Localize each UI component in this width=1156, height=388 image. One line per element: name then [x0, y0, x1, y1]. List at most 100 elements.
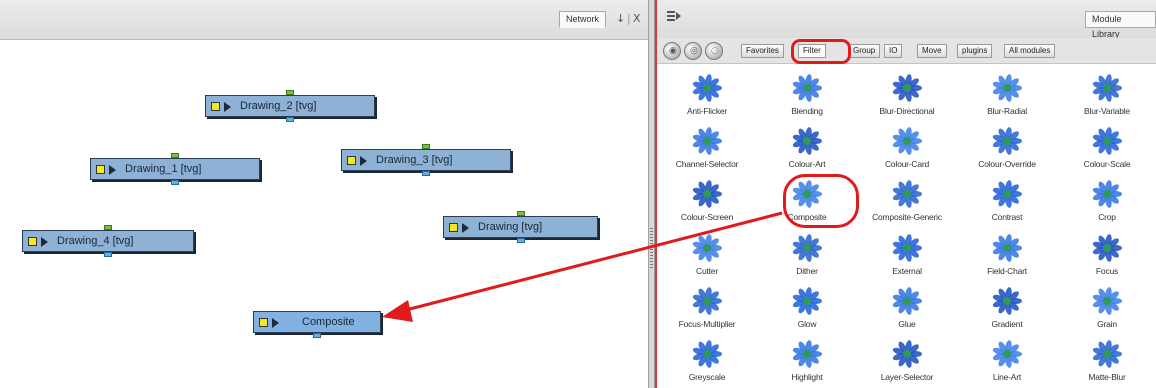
module-label: Highlight [791, 372, 823, 382]
dither-icon [792, 234, 822, 262]
category-all-modules[interactable]: All modules [1004, 44, 1056, 58]
view-list-icon[interactable]: ◌ [705, 42, 723, 60]
module-label: Blur-Directional [879, 106, 935, 116]
output-port[interactable] [104, 252, 112, 257]
display-toggle[interactable] [96, 165, 105, 174]
category-favorites[interactable]: Favorites [741, 44, 784, 58]
blur-directional-icon [892, 74, 922, 102]
input-port[interactable] [516, 211, 525, 216]
expand-arrow-icon[interactable] [224, 102, 231, 112]
tab-network[interactable]: Network [559, 11, 607, 28]
output-port[interactable] [171, 180, 179, 185]
module-grid: Anti-Flicker Blending Blur-Directional Blur… [657, 64, 1156, 388]
greyscale-icon [692, 340, 722, 368]
category-move[interactable]: Move [917, 44, 947, 58]
expand-arrow-icon[interactable] [109, 165, 116, 175]
module-label: Field-Chart [987, 266, 1027, 276]
panel-splitter[interactable] [648, 0, 655, 388]
display-toggle[interactable] [347, 156, 356, 165]
node-drawing-3[interactable]: Drawing_3 [tvg] [341, 144, 511, 176]
module-greyscale[interactable]: Greyscale [657, 330, 757, 388]
cutter-icon [692, 234, 722, 262]
focus-multiplier-icon [692, 287, 722, 315]
splitter-grip[interactable] [650, 228, 653, 268]
network-canvas[interactable]: Drawing_2 [tvg] Drawing_1 [tvg] Drawing_… [0, 41, 648, 388]
module-label: Layer-Selector [880, 372, 934, 382]
node-composite[interactable]: Composite [253, 311, 381, 338]
display-toggle[interactable] [211, 102, 220, 111]
line-art-icon [992, 340, 1022, 368]
colour-screen-icon [692, 180, 722, 208]
expand-arrow-icon[interactable] [462, 223, 469, 233]
category-plugins[interactable]: plugins [957, 44, 993, 58]
module-matte-blur[interactable]: Matte-Blur [1057, 330, 1156, 388]
close-icon[interactable]: X [633, 12, 641, 25]
module-label: External [892, 266, 922, 276]
expand-arrow-icon[interactable] [41, 237, 48, 247]
node-label: Composite [302, 316, 355, 328]
panel-menu-icon[interactable] [667, 10, 681, 22]
view-small-icon[interactable]: ◎ [684, 42, 702, 60]
input-port[interactable] [104, 225, 112, 230]
display-toggle[interactable] [28, 237, 37, 246]
tab-module-library[interactable]: Module Library [1085, 11, 1156, 39]
module-label: Crop [1098, 212, 1116, 222]
channel-selector-icon [692, 127, 722, 155]
external-icon [892, 234, 922, 262]
module-line-art[interactable]: Line-Art [957, 330, 1057, 388]
module-label: Channel-Selector [675, 159, 739, 169]
blur-variable-icon [1092, 74, 1122, 102]
module-label: Line-Art [992, 372, 1022, 382]
anti-flicker-icon [692, 74, 722, 102]
module-highlight[interactable]: Highlight [757, 330, 857, 388]
input-port[interactable] [171, 153, 179, 158]
network-panel: Network ↓ | X Drawing_2 [tvg] Drawing_1 … [0, 0, 648, 388]
module-label: Greyscale [688, 372, 726, 382]
input-port[interactable] [286, 90, 294, 95]
output-port[interactable] [516, 238, 525, 243]
output-port[interactable] [286, 117, 294, 122]
colour-scale-icon [1092, 127, 1122, 155]
view-large-icon[interactable]: ◉ [663, 42, 681, 60]
node-label: Drawing_3 [tvg] [376, 154, 453, 166]
composite-generic-icon [892, 180, 922, 208]
blending-icon [792, 74, 822, 102]
output-port[interactable] [313, 333, 321, 338]
gradient-icon [992, 287, 1022, 315]
colour-override-icon [992, 127, 1022, 155]
node-label: Drawing_2 [tvg] [240, 100, 317, 112]
network-header: Network ↓ | X [0, 0, 648, 40]
filter-highlight-circle [791, 39, 851, 64]
node-drawing-4[interactable]: Drawing_4 [tvg] [22, 225, 194, 257]
library-toolbar: ◉ ◎ ◌ Favorites Filter Group IO Move plu… [657, 38, 1156, 64]
node-drawing-1[interactable]: Drawing_1 [tvg] [90, 153, 260, 185]
module-label: Focus-Multiplier [678, 319, 736, 329]
node-drawing-2[interactable]: Drawing_2 [tvg] [205, 90, 375, 122]
module-label: Focus [1095, 266, 1119, 276]
field-chart-icon [992, 234, 1022, 262]
composite-highlight-circle [783, 174, 859, 228]
library-header: Module Library [657, 0, 1156, 39]
colour-art-icon [792, 127, 822, 155]
glow-icon [792, 287, 822, 315]
input-port[interactable] [422, 144, 430, 149]
expand-arrow-icon[interactable] [272, 318, 279, 328]
expand-arrow-icon[interactable] [360, 156, 367, 166]
display-toggle[interactable] [449, 223, 458, 232]
pin-icon[interactable]: ↓ [616, 12, 625, 25]
node-drawing[interactable]: Drawing [tvg] [443, 211, 598, 243]
matte-blur-icon [1092, 340, 1122, 368]
module-label: Blur-Radial [987, 106, 1027, 116]
category-io[interactable]: IO [884, 44, 903, 58]
module-label: Glue [898, 319, 916, 329]
display-toggle[interactable] [259, 318, 268, 327]
layer-selector-icon [892, 340, 922, 368]
contrast-icon [992, 180, 1022, 208]
module-label: Colour-Card [884, 159, 930, 169]
output-port[interactable] [422, 171, 430, 176]
module-library-panel: Module Library ◉ ◎ ◌ Favorites Filter Gr… [655, 0, 1156, 388]
module-label: Anti-Flicker [686, 106, 728, 116]
category-group[interactable]: Group [848, 44, 881, 58]
module-label: Colour-Override [978, 159, 1036, 169]
module-layer-selector[interactable]: Layer-Selector [857, 330, 957, 388]
